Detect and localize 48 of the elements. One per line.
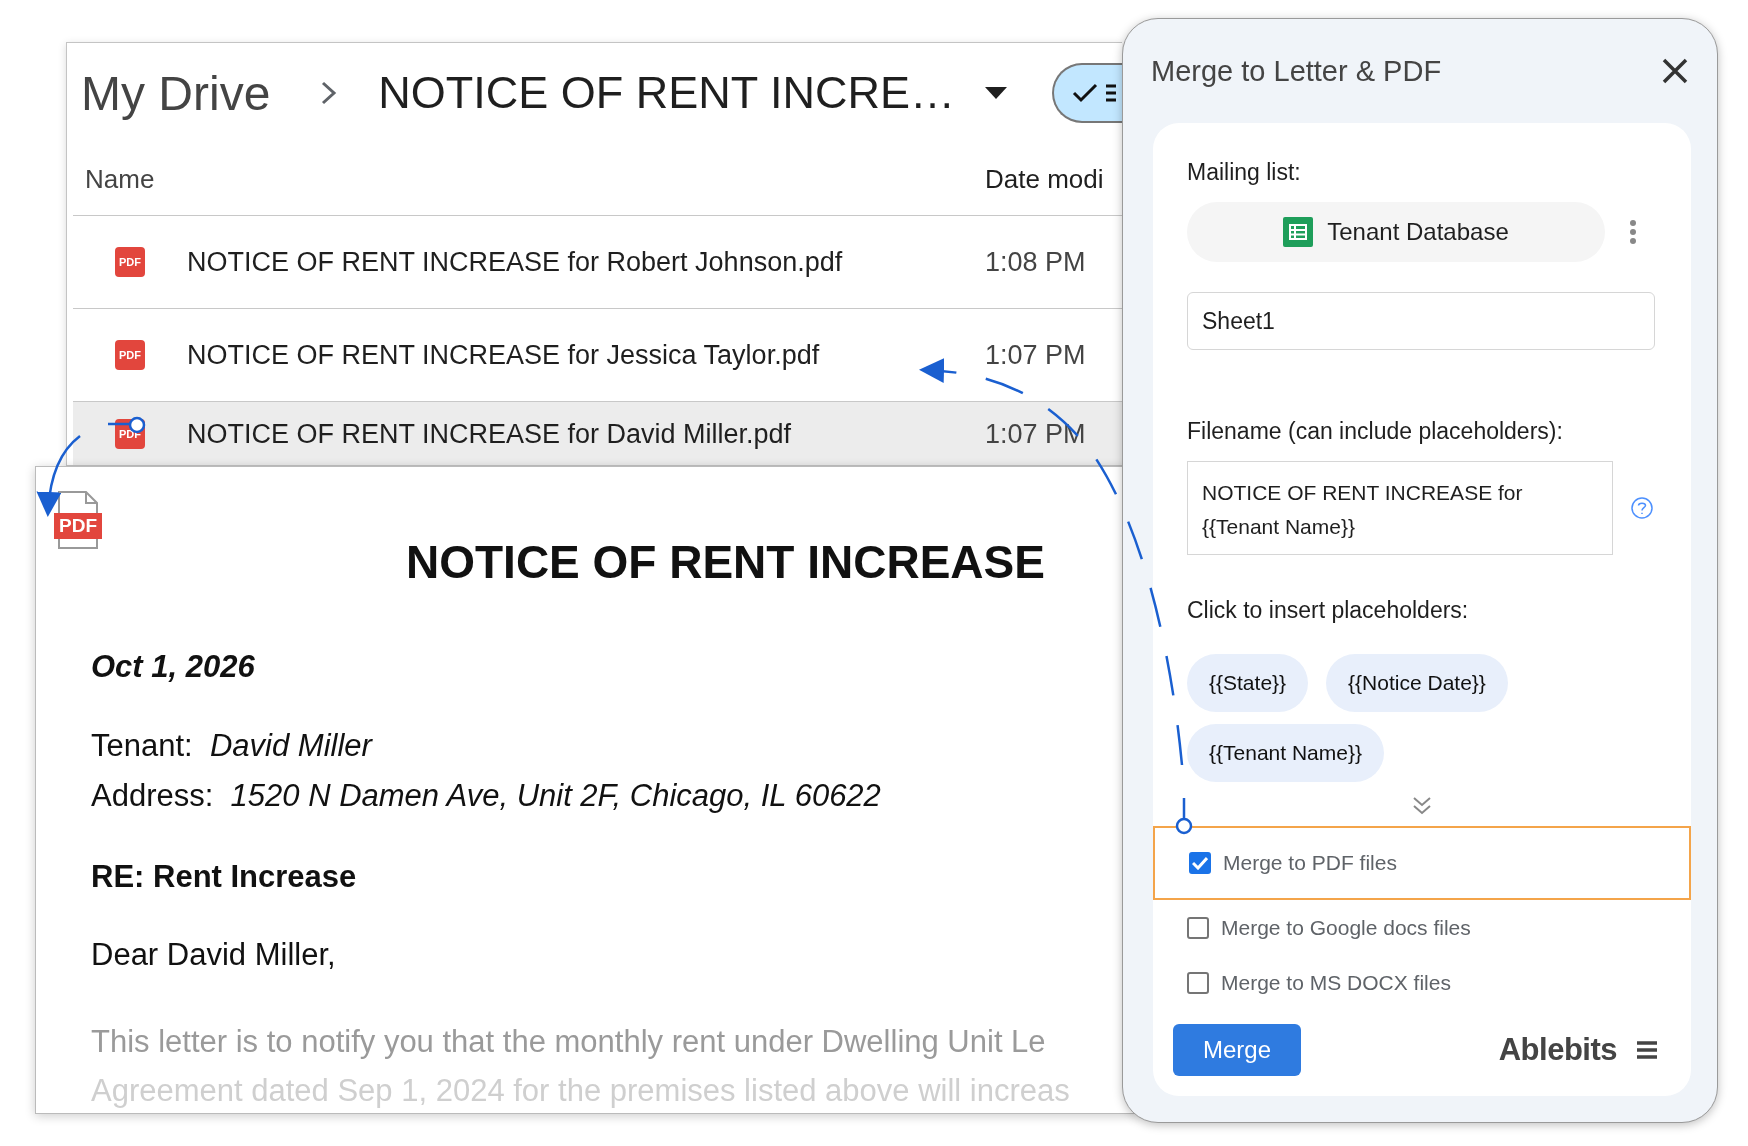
letter-greeting: Dear David Miller,: [91, 937, 337, 973]
menu-icon[interactable]: [1637, 1041, 1657, 1059]
brand-logo: Ablebits: [1498, 1032, 1617, 1068]
modified-time: 1:07 PM: [985, 339, 1087, 371]
checkbox-label[interactable]: Merge to MS DOCX files: [1221, 970, 1451, 995]
double-chevron-icon[interactable]: [1412, 796, 1432, 816]
filename-field[interactable]: NOTICE OF RENT INCREASE for {{Tenant Name}}: [1187, 461, 1613, 555]
placeholder-chip[interactable]: {{Tenant Name}}: [1187, 724, 1384, 782]
folder-title[interactable]: NOTICE OF RENT INCRE…: [378, 67, 956, 119]
column-header[interactable]: Date modi: [985, 163, 1104, 195]
column-header[interactable]: Name: [73, 163, 155, 195]
file-name: NOTICE OF RENT INCREASE for David Miller.pdf: [187, 418, 793, 450]
panel-title: Merge to Letter & PDF: [1151, 54, 1442, 88]
mailing-list-chip[interactable]: Tenant Database: [1187, 202, 1605, 262]
field-label: Filename (can include placeholders):: [1187, 418, 1564, 445]
modified-time: 1:07 PM: [985, 418, 1087, 450]
checkbox[interactable]: [1189, 852, 1211, 874]
field-label: Mailing list:: [1187, 159, 1302, 186]
sheet-field[interactable]: Sheet1: [1187, 292, 1655, 350]
spreadsheet-icon: [1283, 217, 1314, 247]
checkmark-icon: [1072, 83, 1098, 103]
address-line: Address: 1520 N Damen Ave, Unit 2F, Chicago, IL 60622: [91, 777, 882, 815]
merge-button[interactable]: Merge: [1173, 1024, 1301, 1076]
body-text: This letter is to notify you that the monthly rent under Dwelling Unit Le: [91, 1023, 1047, 1061]
list-icon: [1106, 83, 1116, 103]
checkbox[interactable]: [1187, 971, 1209, 994]
file-name: NOTICE OF RENT INCREASE for Robert Johnson.pdf: [187, 246, 844, 278]
checkbox[interactable]: [1187, 916, 1209, 939]
breadcrumb-link[interactable]: My Drive: [81, 65, 271, 121]
modified-time: 1:08 PM: [985, 246, 1087, 278]
file-row[interactable]: PDF NOTICE OF RENT INCREASE for Robert Johnson.pdf 1:08 PM: [73, 215, 1122, 308]
document-title: NOTICE OF RENT INCREASE: [406, 535, 1045, 589]
letter-date: Oct 1, 2026: [91, 649, 256, 685]
file-name: NOTICE OF RENT INCREASE for Jessica Taylor.pdf: [187, 339, 821, 371]
close-icon[interactable]: [1661, 57, 1689, 85]
pdf-icon: PDF: [115, 340, 145, 370]
placeholder-chip[interactable]: {{State}}: [1187, 654, 1309, 712]
placeholder-chip[interactable]: {{Notice Date}}: [1326, 654, 1508, 712]
letter-subject: RE: Rent Increase: [91, 859, 358, 895]
view-toggle[interactable]: [1052, 63, 1122, 123]
pdf-icon: PDF: [115, 247, 145, 277]
checkbox-label[interactable]: Merge to Google docs files: [1221, 915, 1471, 940]
help-icon[interactable]: [1631, 497, 1653, 519]
address-line: Tenant: David Miller: [91, 727, 374, 765]
section-label: Click to insert placeholders:: [1187, 597, 1470, 624]
more-icon[interactable]: [1629, 219, 1637, 245]
caret-icon[interactable]: [985, 87, 1008, 99]
checkbox-label[interactable]: Merge to PDF files: [1223, 851, 1397, 875]
